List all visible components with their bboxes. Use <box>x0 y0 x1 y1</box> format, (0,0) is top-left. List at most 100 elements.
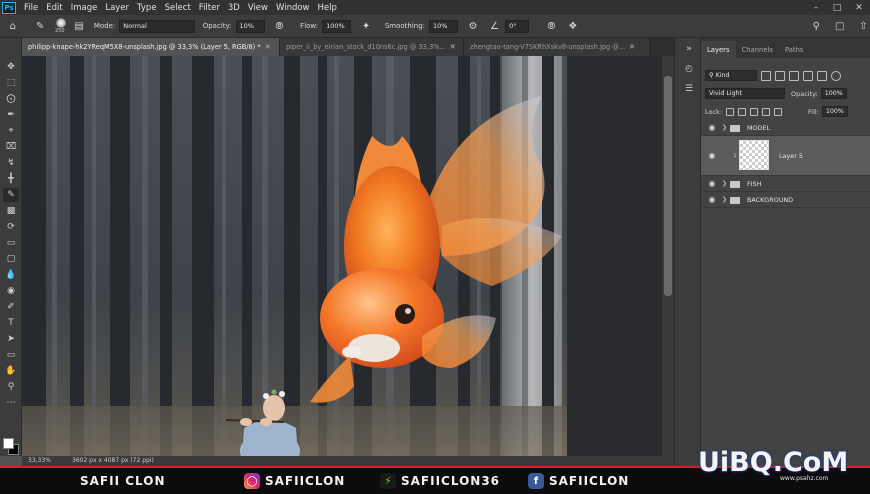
clone-stamp-tool-icon[interactable]: ▩ <box>3 204 19 218</box>
search-icon[interactable]: ⚲ <box>810 19 823 33</box>
menu-select[interactable]: Select <box>161 3 195 13</box>
menu-3d[interactable]: 3D <box>224 3 244 13</box>
menu-edit[interactable]: Edit <box>42 3 66 13</box>
airbrush-icon[interactable]: ✦ <box>359 19 372 33</box>
tab-channels[interactable]: Channels <box>736 41 779 58</box>
layer-row-background[interactable]: ◉ ❯ BACKGROUND <box>701 192 870 208</box>
crop-tool-icon[interactable]: ⌖ <box>3 124 19 138</box>
filter-type-icon[interactable] <box>789 70 799 81</box>
healing-brush-tool-icon[interactable]: ╋ <box>3 172 19 186</box>
maximize-icon[interactable]: □ <box>829 0 845 15</box>
menu-layer[interactable]: Layer <box>101 3 133 13</box>
brush-settings-icon[interactable]: ▤ <box>72 19 85 33</box>
gradient-tool-icon[interactable]: ▢ <box>3 252 19 266</box>
layer-opacity-field[interactable]: 100% <box>820 88 847 99</box>
brush-preset-picker[interactable]: 250 <box>53 18 68 34</box>
filter-smart-object-icon[interactable] <box>817 70 827 81</box>
zoom-level[interactable]: 33,33% <box>28 457 51 464</box>
collapse-panels-icon[interactable]: » <box>681 42 697 56</box>
mode-select[interactable]: Normal <box>119 19 195 33</box>
path-select-tool-icon[interactable]: ➤ <box>3 332 19 346</box>
chevron-right-icon[interactable]: ❯ <box>722 180 727 187</box>
lock-all-icon[interactable] <box>774 107 783 116</box>
layer-filter-select[interactable]: ⚲ Kind <box>705 70 757 81</box>
tab-zhengtao-tang[interactable]: zhengtao-tang-V7SKRhXskv8-unsplash.jpg @… <box>464 38 650 56</box>
scrollbar-thumb[interactable] <box>664 76 672 296</box>
foreground-color-swatch[interactable] <box>3 438 14 449</box>
move-tool-icon[interactable]: ✥ <box>3 60 19 74</box>
home-icon[interactable]: ⌂ <box>6 19 19 33</box>
menu-file[interactable]: File <box>20 3 42 13</box>
history-brush-tool-icon[interactable]: ⟳ <box>3 220 19 234</box>
brush-tool-icon-active[interactable]: ✎ <box>3 188 19 202</box>
more-tools-icon[interactable]: ⋯ <box>3 396 19 410</box>
lock-position-icon[interactable] <box>750 107 759 116</box>
chevron-right-icon[interactable]: ❯ <box>722 124 727 131</box>
close-icon[interactable]: ✕ <box>851 0 867 15</box>
tab-close-icon[interactable]: ✕ <box>450 43 456 51</box>
smoothing-field[interactable]: 10% <box>429 19 459 33</box>
smoothing-label: Smoothing: <box>384 22 426 30</box>
pen-tool-icon[interactable]: ✐ <box>3 300 19 314</box>
tab-close-icon[interactable]: ✕ <box>629 43 635 51</box>
filter-toggle-icon[interactable] <box>831 70 841 81</box>
canvas-vertical-scrollbar[interactable] <box>662 56 674 456</box>
layer-filter-row: ⚲ Kind <box>705 70 841 81</box>
properties-panel-icon[interactable]: ☰ <box>681 82 697 96</box>
layer-row-layer-5[interactable]: ◉ ↴ Layer 5 <box>701 136 870 176</box>
pressure-size-icon[interactable]: ⦾ <box>545 19 558 33</box>
layer-row-model[interactable]: ◉ ❯ MODEL <box>701 120 870 136</box>
fill-field[interactable]: 100% <box>821 106 848 117</box>
history-panel-icon[interactable]: ◴ <box>681 62 697 76</box>
tab-piper-ii[interactable]: piper_ii_by_eirian_stock_d10ns6c.jpg @ 3… <box>280 38 464 56</box>
minimize-icon[interactable]: – <box>808 0 824 15</box>
symmetry-icon[interactable]: ❖ <box>566 19 579 33</box>
eyedropper-tool-icon[interactable]: ↯ <box>3 156 19 170</box>
lock-pixels-icon[interactable] <box>738 107 747 116</box>
layer-row-fish[interactable]: ◉ ❯ FISH <box>701 176 870 192</box>
brush-tool-icon[interactable]: ✎ <box>33 19 46 33</box>
tab-layers[interactable]: Layers <box>701 41 736 58</box>
angle-field[interactable]: 0° <box>505 19 529 33</box>
filter-adjustment-icon[interactable] <box>775 70 785 81</box>
menu-help[interactable]: Help <box>314 3 341 13</box>
watermark-subtitle: www.psahz.com <box>780 475 829 482</box>
menu-window[interactable]: Window <box>272 3 314 13</box>
eye-icon[interactable]: ◉ <box>707 195 717 204</box>
lock-artboard-icon[interactable] <box>762 107 771 116</box>
menu-image[interactable]: Image <box>67 3 102 13</box>
workspace-icon[interactable]: □ <box>833 19 846 33</box>
gear-icon[interactable]: ⚙ <box>466 19 479 33</box>
menu-filter[interactable]: Filter <box>195 3 224 13</box>
dodge-tool-icon[interactable]: ◉ <box>3 284 19 298</box>
frame-tool-icon[interactable]: ⌧ <box>3 140 19 154</box>
eye-icon[interactable]: ◉ <box>707 123 717 132</box>
tab-paths[interactable]: Paths <box>779 41 809 58</box>
blend-mode-select[interactable]: Vivid Light <box>705 88 785 99</box>
type-tool-icon[interactable]: T <box>3 316 19 330</box>
canvas[interactable] <box>22 56 662 456</box>
menu-view[interactable]: View <box>244 3 272 13</box>
blur-tool-icon[interactable]: 💧 <box>3 268 19 282</box>
flow-field[interactable]: 100% <box>322 19 352 33</box>
opacity-field[interactable]: 10% <box>235 19 265 33</box>
eraser-tool-icon[interactable]: ▭ <box>3 236 19 250</box>
marquee-tool-icon[interactable]: ⬚ <box>3 76 19 90</box>
chevron-right-icon[interactable]: ❯ <box>722 196 727 203</box>
pressure-opacity-icon[interactable]: ⦾ <box>273 19 286 33</box>
share-icon[interactable]: ⇧ <box>857 19 870 33</box>
tab-close-icon[interactable]: ✕ <box>265 43 271 51</box>
filter-shape-icon[interactable] <box>803 70 813 81</box>
filter-pixel-icon[interactable] <box>761 70 771 81</box>
menu-type[interactable]: Type <box>133 3 161 13</box>
brush-tip-icon <box>55 18 66 28</box>
zoom-tool-icon[interactable]: ⚲ <box>3 380 19 394</box>
eye-icon[interactable]: ◉ <box>707 179 717 188</box>
tab-philipp-knape[interactable]: philipp-knape-hk2YReqM5X8-unsplash.jpg @… <box>22 38 280 56</box>
quick-select-tool-icon[interactable]: ✒ <box>3 108 19 122</box>
lock-transparent-icon[interactable] <box>726 107 735 116</box>
rectangle-tool-icon[interactable]: ▭ <box>3 348 19 362</box>
hand-tool-icon[interactable]: ✋ <box>3 364 19 378</box>
eye-icon[interactable]: ◉ <box>707 151 717 160</box>
lasso-tool-icon[interactable]: ⨀ <box>3 92 19 106</box>
